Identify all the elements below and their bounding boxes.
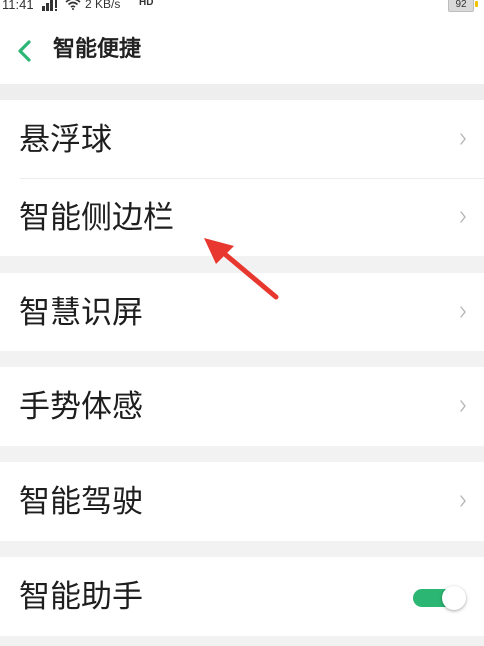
wifi-icon [65, 0, 81, 10]
settings-card: 智能助手 [0, 557, 484, 636]
status-time: 11:41 [2, 0, 34, 12]
status-bar: 11:41 2 KB/s HD 92 [0, 0, 484, 14]
settings-item-floating-ball[interactable]: 悬浮球 [0, 100, 484, 178]
settings-item-label: 智能驾驶 [19, 484, 143, 520]
settings-item-label: 手势体感 [19, 389, 143, 425]
settings-item-gestures-motion[interactable]: 手势体感 [0, 367, 484, 445]
settings-item-label: 智能侧边栏 [19, 200, 174, 236]
back-button[interactable] [12, 36, 38, 66]
section-divider [0, 84, 484, 100]
signal-icon [42, 0, 57, 11]
chevron-right-icon [460, 495, 466, 507]
battery-level: 92 [455, 0, 467, 10]
chevron-right-icon [460, 306, 466, 318]
page-title: 智能便捷 [53, 37, 142, 62]
battery-icon: 92 [448, 0, 474, 12]
settings-item-smart-driving[interactable]: 智能驾驶 [0, 462, 484, 540]
chevron-right-icon [460, 211, 466, 223]
app-header: 智能便捷 [0, 14, 484, 84]
settings-item-smart-assistant: 智能助手 [0, 557, 484, 635]
settings-item-label: 智慧识屏 [19, 295, 143, 331]
smart-assistant-toggle[interactable] [413, 586, 469, 610]
settings-card: 手势体感 [0, 367, 484, 446]
network-speed: 2 KB/s [85, 0, 121, 11]
chevron-right-icon [460, 400, 466, 412]
battery-charging-indicator [475, 1, 478, 7]
red-arrow-icon [204, 238, 279, 300]
hd-badge: HD [139, 0, 154, 8]
chevron-left-icon [18, 40, 31, 62]
settings-item-label: 智能助手 [19, 579, 143, 615]
chevron-right-icon [460, 133, 466, 145]
settings-card: 智能驾驶 [0, 462, 484, 541]
toggle-knob [442, 586, 466, 610]
settings-item-label: 悬浮球 [19, 122, 112, 158]
